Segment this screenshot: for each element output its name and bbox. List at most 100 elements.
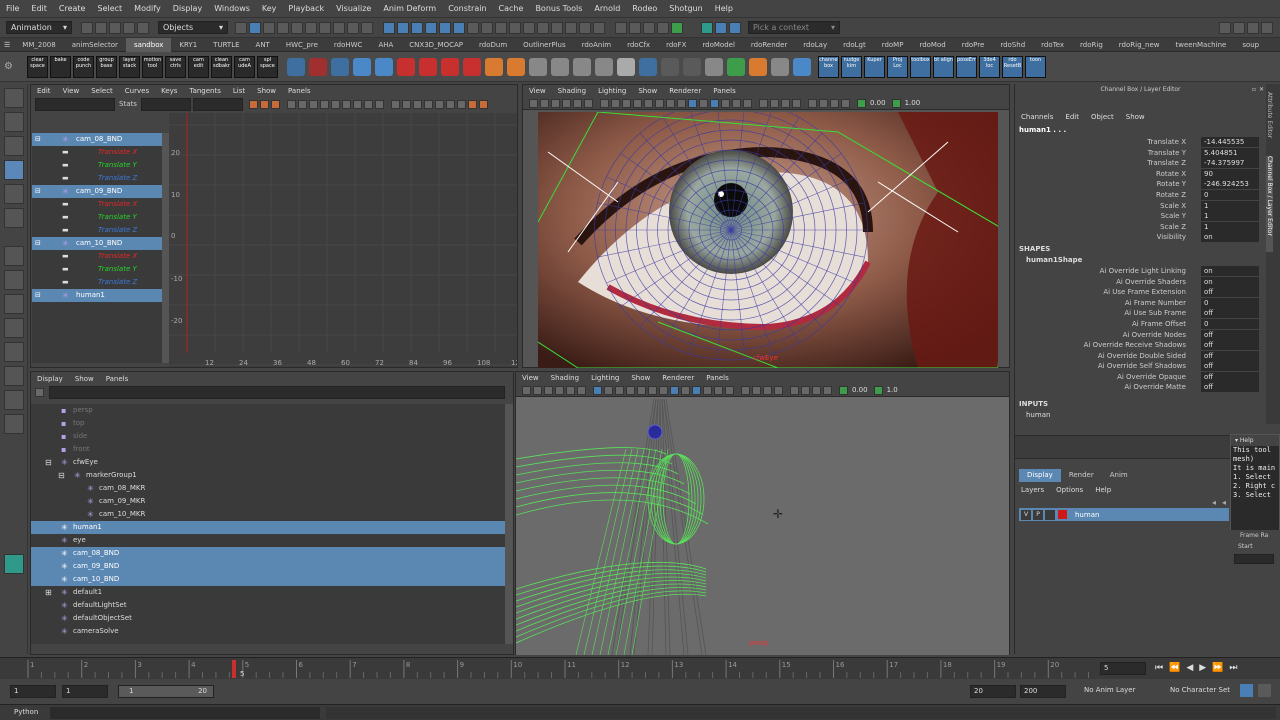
outliner-scrollbar[interactable] [505, 404, 513, 644]
shelf-tool-23-icon[interactable] [771, 57, 789, 76]
shelf-tool-3-icon[interactable] [331, 57, 349, 76]
attribute-editor-tab[interactable]: Attribute Editor [1266, 92, 1273, 152]
current-frame-field[interactable]: 5 [1100, 662, 1146, 675]
graph-node-row[interactable]: ⊟ ✳ cam_10_BND [32, 237, 162, 250]
menu-anim-deform[interactable]: Anim Deform [377, 0, 442, 18]
viewport-top-menu-show[interactable]: Show [632, 85, 663, 97]
menu-key[interactable]: Key [256, 0, 283, 18]
shelf-button-3de4-loc[interactable]: 3de4 loc [979, 55, 1000, 78]
playback-start-field[interactable]: 1 [62, 685, 108, 698]
menu-windows[interactable]: Windows [208, 0, 256, 18]
persp-shadows-icon[interactable] [725, 385, 734, 395]
channel-value[interactable]: -74.375997 [1201, 158, 1259, 169]
channel-row[interactable]: Translate X -14.445535 [1015, 137, 1266, 148]
channel-box-tab[interactable]: Channel Box / Layer Editor [1266, 156, 1273, 252]
shelf-tool-6-icon[interactable] [397, 57, 415, 76]
layout-2-icon[interactable] [1233, 21, 1245, 34]
shelf-tool-12-icon[interactable] [529, 57, 547, 76]
shelf-tab-hwc-pre[interactable]: HWC_pre [278, 38, 326, 52]
menu-help[interactable]: Help [709, 0, 739, 18]
layer-editor-menu-options[interactable]: Options [1050, 484, 1089, 496]
persp-grease-pencil-icon[interactable] [577, 385, 586, 395]
expand-icon[interactable]: ⊟ [35, 133, 43, 143]
shelf-button-bt-align[interactable]: bt align [933, 55, 954, 78]
step-back-key-icon[interactable]: ⏪ [1169, 663, 1180, 673]
object-mode-icon[interactable] [249, 21, 261, 34]
viewport-top-menu-lighting[interactable]: Lighting [592, 85, 632, 97]
graph-editor-menu-show[interactable]: Show [251, 85, 282, 97]
outliner-search-field[interactable] [49, 385, 505, 399]
persp-textured-icon[interactable] [703, 385, 712, 395]
tangent-3-icon[interactable] [308, 99, 318, 109]
persp-wireframe-on-shaded-icon[interactable] [692, 385, 701, 395]
layout-4-icon[interactable] [1261, 21, 1273, 34]
lights-icon[interactable] [732, 98, 741, 108]
go-to-start-icon[interactable]: ⏮ [1155, 663, 1163, 673]
play-forward-icon[interactable]: ▶ [1199, 663, 1206, 673]
safe-title-icon[interactable] [666, 98, 675, 108]
hypershade-icon[interactable] [551, 21, 563, 34]
graph-channel-row[interactable]: ▬ Translate Y [32, 211, 162, 224]
shelf-tab-rdoanim[interactable]: rdoAnim [574, 38, 619, 52]
shelf-button-rdo-resetb[interactable]: rdo ResetB [1002, 55, 1023, 78]
outliner-item[interactable]: ✳ eye [31, 534, 505, 547]
xray-joints-icon[interactable] [830, 98, 839, 108]
select-camera-icon[interactable] [529, 98, 538, 108]
persp-gate-mask-icon[interactable] [626, 385, 635, 395]
shelf-tab-rdopre[interactable]: rdoPre [954, 38, 993, 52]
shelf-tab-sandbox[interactable]: sandbox [125, 37, 172, 52]
shelf-button-toon[interactable]: toon [1025, 55, 1046, 78]
menu-arnold[interactable]: Arnold [588, 0, 626, 18]
channel-box-menu-edit[interactable]: Edit [1059, 111, 1085, 123]
move-layer-down-icon[interactable]: ◂ [1222, 498, 1226, 507]
viewport-bottom-menu-view[interactable]: View [516, 372, 545, 384]
range-slider[interactable]: 1 20 [118, 685, 214, 698]
grid-icon[interactable] [600, 98, 609, 108]
outliner-item[interactable]: ✳ cameraSolve [31, 625, 505, 638]
graph-channel-row[interactable]: ▬ Translate Z [32, 172, 162, 185]
shelf-tab-rdorender[interactable]: rdoRender [743, 38, 795, 52]
channel-value[interactable]: off [1201, 308, 1259, 319]
shelf-button-proj-loc[interactable]: Proj Loc [887, 55, 908, 78]
attribute-editor-toggle-icon[interactable] [729, 21, 741, 34]
ao-icon[interactable] [759, 98, 768, 108]
shadows-icon[interactable] [743, 98, 752, 108]
outliner-item[interactable]: ✳ cam_10_BND [31, 573, 505, 586]
channel-value[interactable]: on [1201, 232, 1259, 243]
tangent-5-icon[interactable] [330, 99, 340, 109]
layout-custom-icon[interactable] [4, 390, 24, 410]
grease-pencil-icon[interactable] [584, 98, 593, 108]
channel-row[interactable]: Rotate Z 0 [1015, 189, 1266, 201]
shelf-tab-rdohwc[interactable]: rdoHWC [326, 38, 371, 52]
buffer-curve-icon[interactable] [434, 99, 444, 109]
shelf-tab-rdorig-new[interactable]: rdoRig_new [1111, 38, 1168, 52]
dof-icon[interactable] [792, 98, 801, 108]
graph-editor-menu-panels[interactable]: Panels [282, 85, 317, 97]
shelf-button-nudge-kim[interactable]: nudge kim [841, 55, 862, 78]
shelf-tab-rdomp[interactable]: rdoMP [874, 38, 912, 52]
outliner-item[interactable]: ✳ cam_08_BND [31, 547, 505, 560]
selection-mask-dropdown[interactable]: Objects ▾ [158, 21, 228, 34]
tangent-9-icon[interactable] [374, 99, 384, 109]
outliner-item[interactable]: ✳ cam_09_BND [31, 560, 505, 573]
tangent-4-icon[interactable] [319, 99, 329, 109]
graph-node-row[interactable]: ⊟ ✳ human1 [32, 289, 162, 302]
channel-row[interactable]: Ai Override Receive Shadows off [1015, 340, 1266, 351]
safe-action-icon[interactable] [655, 98, 664, 108]
select-tool-icon[interactable] [4, 88, 24, 108]
channel-row[interactable]: Ai Frame Number 0 [1015, 297, 1266, 309]
outliner-item[interactable]: ✳ defaultLightSet [31, 599, 505, 612]
snap-together-icon[interactable] [579, 21, 591, 34]
snap-point-icon[interactable] [411, 21, 423, 34]
xray-icon[interactable] [819, 98, 828, 108]
outliner-item[interactable]: ▪ top [31, 417, 505, 430]
script-language-toggle[interactable]: Python [14, 708, 38, 716]
shelf-tool-2-icon[interactable] [309, 57, 327, 76]
channel-value[interactable]: off [1201, 361, 1259, 372]
mask-2-icon[interactable] [291, 21, 303, 34]
channel-value[interactable]: 1 [1201, 211, 1259, 222]
command-input[interactable] [50, 707, 320, 719]
render-view-icon[interactable] [615, 21, 627, 34]
field-chart-icon[interactable] [644, 98, 653, 108]
lattice-icon[interactable] [270, 99, 280, 109]
